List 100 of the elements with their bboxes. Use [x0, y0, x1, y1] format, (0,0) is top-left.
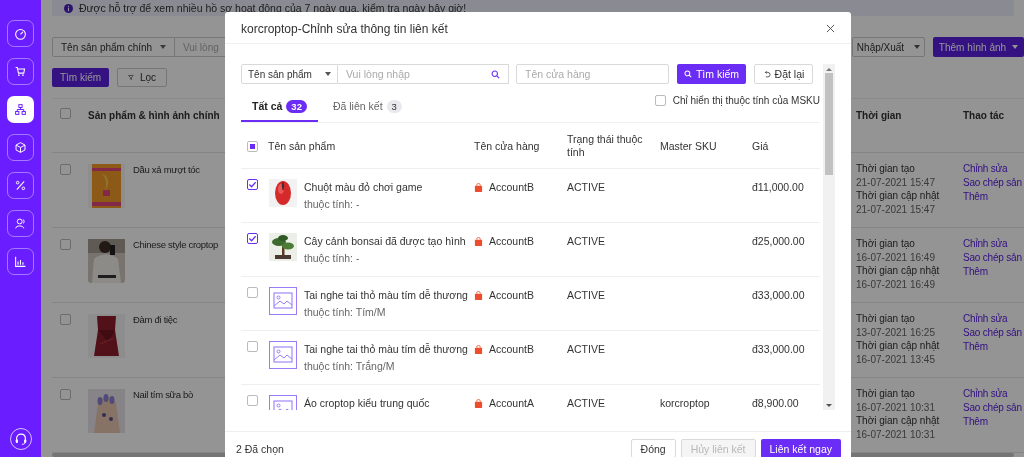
checkbox[interactable]: [654, 94, 666, 106]
action-link[interactable]: Chỉnh sửa: [963, 162, 1024, 176]
add-images-button[interactable]: Thêm hình ảnh: [933, 37, 1024, 57]
tab[interactable]: Đã liên kết 3: [321, 92, 413, 122]
status-text: ACTIVE: [567, 234, 606, 247]
filter-button[interactable]: Lọc: [117, 68, 167, 87]
product-name: Chinese style croptop: [133, 239, 219, 250]
action-link[interactable]: Thêm: [963, 264, 1024, 279]
caret-icon: [325, 72, 331, 76]
action-link[interactable]: Sao chép sản: [963, 325, 1024, 340]
status-text: ACTIVE: [567, 180, 606, 193]
checkbox[interactable]: [247, 287, 258, 298]
field-select[interactable]: Tên sản phẩm: [241, 64, 338, 84]
time-label: Thời gian cập nhật: [856, 414, 941, 428]
sidebar-item[interactable]: [7, 172, 34, 199]
action-link[interactable]: Chỉnh sửa: [963, 237, 1024, 251]
checkbox[interactable]: [247, 341, 258, 352]
sidebar-item[interactable]: [7, 210, 34, 237]
shopping-bag-icon: [474, 398, 483, 408]
price: đ11,000.00: [752, 180, 805, 193]
close-icon[interactable]: [826, 24, 835, 33]
column-header: Trạng thái thuộc tính: [567, 132, 644, 159]
column-header: Master SKU: [660, 139, 718, 152]
timestamp: 16-07-2021 16:49: [856, 277, 936, 292]
sidebar-item[interactable]: [7, 134, 34, 161]
filter-icon: [128, 73, 134, 82]
column-header: Thao tác: [963, 109, 1006, 121]
count-badge: 32: [286, 99, 307, 113]
action-link[interactable]: Chỉnh sửa: [963, 387, 1024, 401]
caret-icon: [160, 45, 166, 49]
image-placeholder-icon: [269, 341, 297, 369]
price: đ8,900.00: [752, 396, 800, 409]
sidebar-item[interactable]: [7, 248, 34, 275]
product-name: Cây cảnh bonsai đã được tạo hình: [304, 235, 466, 247]
price: đ25,000.00: [752, 234, 806, 247]
import-export-button[interactable]: Nhập/Xuất: [852, 37, 925, 57]
search-field[interactable]: Vui lòng nhập: [338, 64, 509, 84]
sidebar-item[interactable]: [7, 20, 34, 47]
info-icon: [64, 3, 73, 13]
time-label: Thời gian tạo: [856, 387, 916, 401]
master-sku: korcroptop: [660, 397, 710, 409]
status-text: ACTIVE: [567, 342, 606, 355]
caret-icon: [914, 45, 921, 49]
checkbox[interactable]: [60, 389, 71, 400]
time-label: Thời gian tạo: [856, 312, 916, 326]
action-link[interactable]: Sao chép sản: [963, 400, 1024, 415]
undo-icon: [762, 70, 771, 78]
sidebar-item[interactable]: [7, 96, 34, 123]
store-name: AccountB: [489, 289, 534, 301]
search-icon: [491, 69, 500, 79]
bar-chart-icon: [14, 255, 27, 268]
shopping-bag-icon: [474, 182, 483, 192]
selection-count: 2 Đã chọn: [236, 443, 284, 455]
timestamp: 16-07-2021 16:49: [856, 250, 936, 265]
time-label: Thời gian cập nhật: [856, 189, 941, 203]
store-field[interactable]: Tên cửa hàng: [516, 64, 669, 84]
cube-icon: [14, 141, 27, 154]
action-link[interactable]: Thêm: [963, 414, 1024, 429]
timestamp: 21-07-2021 15:47: [856, 202, 936, 217]
status-text: ACTIVE: [567, 288, 606, 301]
close-button[interactable]: Đóng: [630, 439, 676, 457]
price: đ33,000.00: [752, 342, 806, 355]
field-select[interactable]: Tên sản phẩm chính: [52, 37, 175, 57]
action-link[interactable]: Sao chép sản: [963, 250, 1024, 265]
checkbox[interactable]: [60, 314, 71, 325]
product-name: Nail tím sữa bò: [133, 389, 193, 400]
price: đ33,000.00: [752, 288, 806, 301]
product-attribute: thuộc tính: -: [304, 252, 361, 264]
checkbox[interactable]: [60, 108, 71, 119]
column-header: Tên sản phẩm: [268, 139, 337, 152]
checkbox[interactable]: [247, 179, 258, 190]
store-name: AccountA: [489, 397, 534, 409]
status-text: ACTIVE: [567, 396, 606, 409]
sidebar-item[interactable]: [7, 58, 34, 85]
checkbox[interactable]: [60, 164, 71, 175]
search-button[interactable]: Tìm kiếm: [52, 68, 109, 87]
tab[interactable]: Tất cả 32: [241, 92, 318, 122]
product-name: Đàm đi tiệc: [133, 314, 178, 325]
action-link[interactable]: Chỉnh sửa: [963, 312, 1024, 326]
search-icon: [683, 70, 692, 78]
gauge-icon: [14, 27, 27, 40]
checkbox[interactable]: [247, 233, 258, 244]
store-name: AccountB: [489, 181, 534, 193]
product-attribute: thuộc tính: Trắng/M: [304, 360, 396, 372]
column-header: Sản phẩm & hình ảnh chính: [88, 109, 221, 121]
link-now-button[interactable]: Liên kết ngay: [760, 439, 841, 457]
action-link[interactable]: Thêm: [963, 189, 1024, 204]
checkbox[interactable]: [247, 141, 258, 152]
store-name: AccountB: [489, 235, 534, 247]
action-link[interactable]: Sao chép sản: [963, 175, 1024, 190]
column-header: Thời gian: [856, 109, 903, 121]
users-icon: [14, 217, 27, 230]
action-link[interactable]: Thêm: [963, 339, 1024, 354]
scrollbar[interactable]: [823, 64, 835, 410]
checkbox[interactable]: [247, 395, 258, 406]
checkbox[interactable]: [60, 239, 71, 250]
search-button[interactable]: Tìm kiếm: [677, 64, 746, 84]
reset-button[interactable]: Đặt lại: [754, 64, 813, 84]
hierarchy-icon: [14, 103, 27, 116]
time-label: Thời gian tạo: [856, 237, 916, 251]
